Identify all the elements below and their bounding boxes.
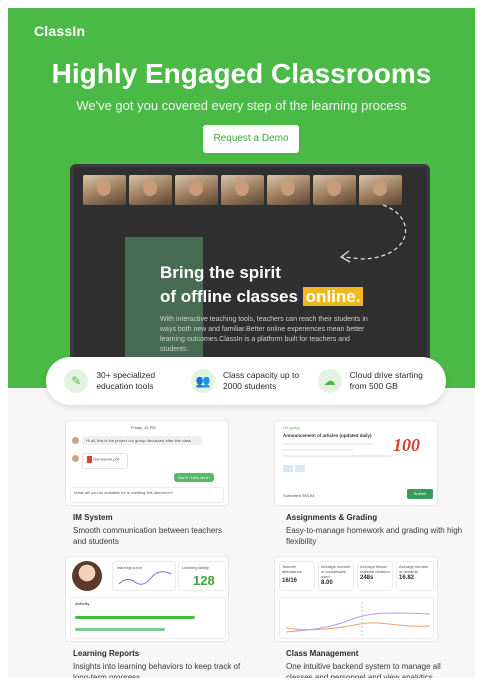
assignments-title: Assignments & Grading: [286, 513, 378, 522]
stat-label: Average lesson material duration: [360, 564, 390, 574]
class-management-title: Class Management: [286, 649, 359, 658]
analytics-lines: [285, 602, 431, 636]
video-thumb: [129, 175, 172, 205]
chat-input[interactable]: What will you be available for in meetin…: [70, 487, 224, 503]
chat-message: Hi all, this is the project our group di…: [82, 436, 202, 445]
text-line: [283, 443, 373, 445]
laptop-description: With interactive teaching tools, teacher…: [160, 316, 368, 353]
ability-value: 128: [193, 573, 215, 588]
feature-text: Class capacity up to 2000 students: [222, 370, 300, 391]
activity-bar: [75, 616, 195, 619]
avatar: [72, 437, 79, 444]
im-system-preview: Friday, 16 PM Hi all, this is the projec…: [65, 420, 229, 506]
attachment-icon: [283, 465, 293, 472]
avatar: [72, 455, 79, 462]
feature-item: 👥 Class capacity up to 2000 students: [190, 369, 301, 393]
assignments-preview: On-going Announcement of articles (updat…: [274, 420, 438, 506]
stat-label: Average number of rewards: [399, 564, 429, 574]
status-label: On-going: [283, 425, 300, 430]
class-management-preview: Teacher attendance 16/16 Average number …: [274, 556, 438, 642]
learning-reports-text: Insights into learning behaviors to keep…: [73, 662, 241, 678]
cloud-icon: ☁: [317, 369, 342, 393]
text-line: [283, 449, 353, 451]
grade-score: 100: [393, 435, 420, 455]
request-demo-button[interactable]: Request a Demo: [203, 125, 299, 153]
submitted-count: Submitted 98/194: [283, 493, 315, 498]
file-name: Homework.pdf: [93, 456, 119, 462]
ability-box: Learning ability 128: [178, 561, 226, 591]
landing-page: ClassIn Highly Engaged Classrooms We've …: [8, 8, 475, 678]
edit-icon: ✎: [64, 369, 89, 393]
stat-value: 8.00: [321, 580, 333, 586]
class-management-text: One intuitive backend system to manage a…: [286, 662, 441, 678]
activity-bar: [75, 628, 165, 631]
stat-box: Average number of rewards 16.82: [396, 561, 434, 591]
chat-input-text: What will you be available for in meetin…: [74, 490, 173, 495]
activity-label: Activity: [75, 601, 90, 606]
users-icon: 👥: [190, 369, 215, 393]
analytics-chart: [279, 597, 434, 639]
attachment-icon: [295, 465, 305, 472]
headline-line-2: of offline classes online.: [160, 285, 364, 309]
ability-label: Learning ability: [182, 565, 209, 570]
stat-value: 16/16: [282, 578, 298, 584]
im-system-text: Smooth communication between teachers an…: [73, 526, 222, 546]
feature-item: ☁ Cloud drive starting from 500 GB: [317, 369, 428, 393]
activity-box: Activity: [70, 597, 226, 639]
hero-subtitle: We've got you covered every step of the …: [76, 98, 407, 113]
stat-label: Average number of courseware used: [321, 564, 351, 579]
feature-text: Cloud drive starting from 500 GB: [349, 370, 423, 391]
headline-line-2-text: of offline classes: [160, 287, 303, 306]
stat-box: Average lesson material duration 248s: [357, 561, 393, 591]
video-thumb: [267, 175, 310, 205]
submit-button[interactable]: Submit: [407, 489, 433, 499]
classin-logo[interactable]: ClassIn: [34, 23, 85, 39]
pdf-icon: [87, 456, 92, 463]
text-line: [283, 455, 393, 457]
hero-title: Highly Engaged Classrooms: [51, 58, 432, 89]
stat-box: Teacher attendance 16/16: [279, 561, 315, 591]
chat-date: Friday, 16 PM: [131, 425, 156, 430]
video-thumb: [83, 175, 126, 205]
assignment-heading: Announcement of articles (updated daily): [283, 433, 372, 438]
learning-curve-box: learning curve: [112, 561, 176, 591]
file-attachment[interactable]: Homework.pdf: [82, 453, 128, 469]
dashed-arrow-icon: [339, 204, 407, 263]
im-system-title: IM System: [73, 513, 113, 522]
video-thumb: [175, 175, 218, 205]
feature-text: 30+ specialized education tools: [96, 370, 156, 391]
student-avatar: [72, 561, 102, 591]
stat-box: Average number of courseware used 8.00: [318, 561, 354, 591]
laptop-headline: Bring the spirit of offline classes onli…: [160, 261, 364, 309]
feature-item: ✎ 30+ specialized education tools: [64, 369, 174, 393]
learning-reports-title: Learning Reports: [73, 649, 140, 658]
assignments-text: Easy-to-manage homework and grading with…: [286, 526, 463, 546]
video-thumb: [221, 175, 264, 205]
features-bar: ✎ 30+ specialized education tools 👥 Clas…: [46, 357, 446, 405]
learning-curve-line: [118, 571, 172, 585]
hero-section: ClassIn Highly Engaged Classrooms We've …: [8, 8, 475, 388]
chat-reply: Got it ! Let's do it !: [174, 473, 215, 482]
learning-reports-preview: learning curve Learning ability 128 Acti…: [65, 556, 229, 642]
stat-value: 16.82: [399, 575, 415, 581]
headline-line-1: Bring the spirit: [160, 263, 281, 282]
laptop-screen: Bring the spirit of offline classes onli…: [70, 164, 430, 374]
stat-label: Teacher attendance: [282, 564, 302, 574]
headline-highlight: online.: [302, 287, 364, 306]
stat-value: 248s: [360, 575, 374, 581]
